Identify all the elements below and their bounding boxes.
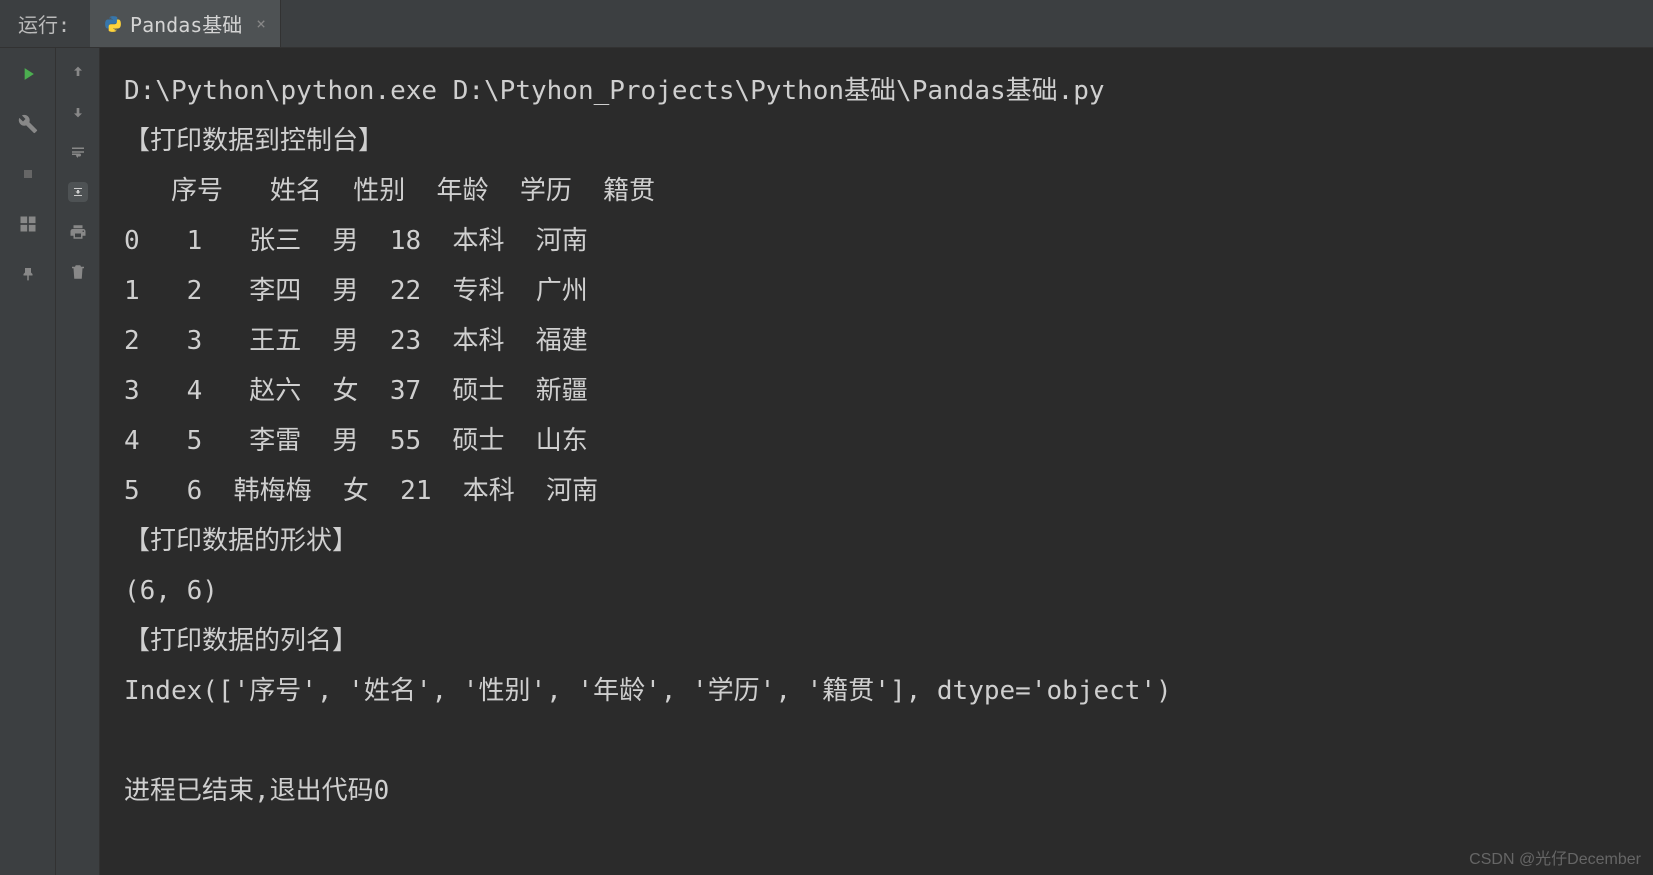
second-toolbar [56,48,100,875]
left-toolbar [0,48,56,875]
python-icon [104,15,122,33]
console-line: 2 3 王五 男 23 本科 福建 [124,326,588,356]
arrow-up-icon[interactable] [68,62,88,82]
main-area: D:\Python\python.exe D:\Ptyhon_Projects\… [0,48,1653,875]
play-icon[interactable] [16,62,40,86]
console-line: 4 5 李雷 男 55 硕士 山东 [124,426,588,456]
console-line: 序号 姓名 性别 年龄 学历 籍贯 [124,176,655,206]
run-tab[interactable]: Pandas基础 × [90,0,281,47]
top-bar: 运行: Pandas基础 × [0,0,1653,48]
console-line: 1 2 李四 男 22 专科 广州 [124,276,588,306]
console-line: 0 1 张三 男 18 本科 河南 [124,226,588,256]
console-output[interactable]: D:\Python\python.exe D:\Ptyhon_Projects\… [100,48,1653,875]
console-line: 【打印数据的列名】 [124,626,358,656]
console-line: (6, 6) [124,576,218,606]
stop-icon[interactable] [16,162,40,186]
run-label: 运行: [18,9,70,38]
trash-icon[interactable] [68,262,88,282]
console-line: 5 6 韩梅梅 女 21 本科 河南 [124,476,598,506]
pin-icon[interactable] [16,262,40,286]
close-icon[interactable]: × [256,14,266,33]
scroll-to-end-icon[interactable] [68,182,88,202]
console-line: 【打印数据到控制台】 [124,126,384,156]
watermark: CSDN @光仔December [1469,845,1641,869]
console-line: D:\Python\python.exe D:\Ptyhon_Projects\… [124,76,1105,106]
console-line: 3 4 赵六 女 37 硕士 新疆 [124,376,588,406]
console-line: 进程已结束,退出代码0 [124,776,389,806]
tab-title: Pandas基础 [130,9,242,38]
layout-icon[interactable] [16,212,40,236]
console-line: Index(['序号', '姓名', '性别', '年龄', '学历', '籍贯… [124,676,1172,706]
console-line: 【打印数据的形状】 [124,526,358,556]
soft-wrap-icon[interactable] [68,142,88,162]
arrow-down-icon[interactable] [68,102,88,122]
print-icon[interactable] [68,222,88,242]
wrench-icon[interactable] [16,112,40,136]
